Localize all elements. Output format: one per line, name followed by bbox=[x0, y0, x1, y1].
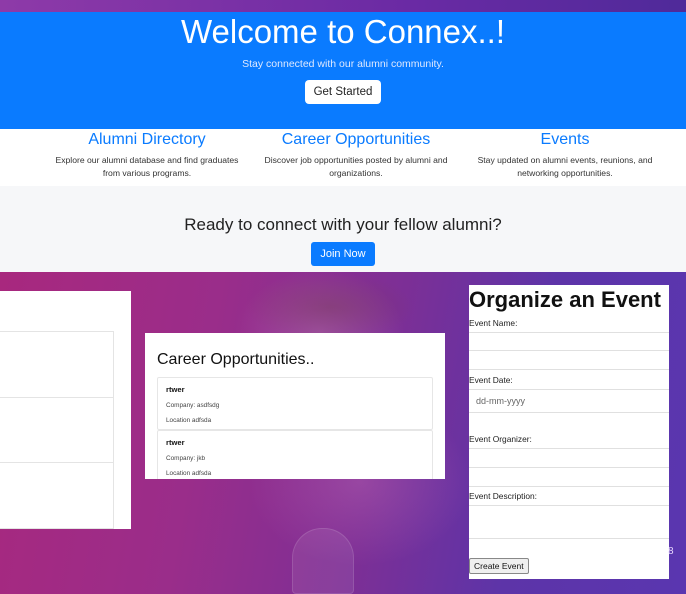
event-name-input[interactable] bbox=[469, 332, 669, 351]
left-panel-row bbox=[0, 397, 114, 463]
join-cta-section: Ready to connect with your fellow alumni… bbox=[0, 186, 686, 272]
career-opportunities-card: Career Opportunities.. rtwer Company: as… bbox=[145, 333, 445, 479]
cta-heading: Ready to connect with your fellow alumni… bbox=[184, 215, 502, 234]
job-title: rtwer bbox=[166, 438, 185, 447]
feature-title[interactable]: Alumni Directory bbox=[47, 131, 247, 149]
event-description-textarea[interactable] bbox=[469, 505, 669, 539]
create-event-button[interactable]: Create Event bbox=[469, 558, 529, 574]
feature-events: Events Stay updated on alumni events, re… bbox=[465, 131, 665, 180]
event-description-label: Event Description: bbox=[469, 491, 537, 501]
event-date-label: Event Date: bbox=[469, 375, 513, 385]
left-panel-row bbox=[0, 331, 114, 398]
background-glass bbox=[292, 528, 354, 594]
hero-banner: Welcome to Connex..! Stay connected with… bbox=[0, 12, 686, 129]
event-date-input[interactable]: dd-mm-yyyy bbox=[469, 389, 669, 413]
feature-title[interactable]: Events bbox=[465, 131, 665, 149]
features-row: Alumni Directory Explore our alumni data… bbox=[0, 129, 686, 186]
job-item[interactable]: rtwer Company: jkb Location adfsda bbox=[157, 430, 433, 479]
feature-career-opportunities: Career Opportunities Discover job opport… bbox=[256, 131, 456, 180]
event-form-title: Organize an Event bbox=[469, 287, 661, 312]
career-card-title: Career Opportunities.. bbox=[157, 351, 315, 368]
feature-alumni-directory: Alumni Directory Explore our alumni data… bbox=[47, 131, 247, 180]
left-panel bbox=[0, 291, 131, 529]
feature-text: Stay updated on alumni events, reunions,… bbox=[477, 155, 653, 178]
job-company: Company: jkb bbox=[166, 455, 206, 462]
job-title: rtwer bbox=[166, 385, 185, 394]
organize-event-form: Organize an Event Event Name: Event Date… bbox=[469, 285, 669, 579]
hero-subtitle: Stay connected with our alumni community… bbox=[242, 58, 444, 70]
feature-text: Discover job opportunities posted by alu… bbox=[264, 155, 448, 178]
feature-title[interactable]: Career Opportunities bbox=[256, 131, 456, 149]
get-started-button[interactable]: Get Started bbox=[304, 80, 382, 104]
feature-text: Explore our alumni database and find gra… bbox=[55, 155, 239, 178]
hero-title: Welcome to Connex..! bbox=[180, 13, 506, 50]
event-name-input-extension[interactable] bbox=[469, 351, 669, 370]
event-organizer-input-extension[interactable] bbox=[469, 468, 669, 487]
top-background-strip bbox=[0, 0, 686, 12]
background-figure bbox=[245, 272, 415, 342]
event-organizer-label: Event Organizer: bbox=[469, 434, 532, 444]
event-name-label: Event Name: bbox=[469, 318, 518, 328]
corner-digit: 8 bbox=[668, 546, 674, 557]
left-panel-row bbox=[0, 462, 114, 529]
job-location: Location adfsda bbox=[166, 470, 212, 477]
job-item[interactable]: rtwer Company: asdfsdg Location adfsda bbox=[157, 377, 433, 430]
join-now-button[interactable]: Join Now bbox=[311, 242, 375, 266]
event-organizer-input[interactable] bbox=[469, 448, 669, 468]
job-location: Location adfsda bbox=[166, 417, 212, 424]
job-company: Company: asdfsdg bbox=[166, 402, 220, 409]
